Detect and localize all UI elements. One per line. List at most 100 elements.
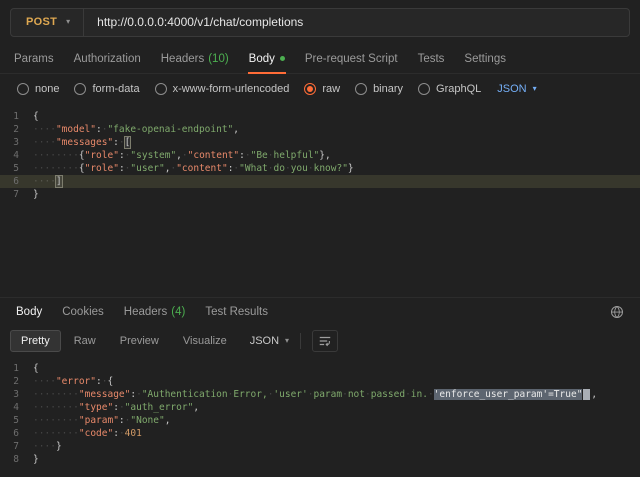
- code-token: }: [56, 441, 62, 452]
- wrap-lines-icon: [318, 334, 332, 348]
- code-line[interactable]: 6 ····]: [0, 175, 640, 188]
- code-token: :·: [113, 402, 124, 413]
- line-content: ········"code":·401: [33, 427, 142, 440]
- whitespace-dot: ·: [268, 389, 274, 400]
- response-section: Body CookiesHeaders(4)Test Results Pretty…: [0, 297, 640, 477]
- response-tab-body[interactable]: Body: [6, 298, 52, 326]
- url-text: http://0.0.0.0:4000/v1/chat/completions: [97, 15, 303, 29]
- code-token: :·: [96, 124, 107, 135]
- code-token: "model": [56, 124, 96, 135]
- body-type-label: GraphQL: [436, 83, 481, 95]
- code-token: [: [125, 137, 131, 148]
- response-view-toggle: PrettyRawPreviewVisualize: [10, 330, 238, 352]
- view-pretty[interactable]: Pretty: [10, 330, 61, 352]
- line-content: ········"message":·"Authentication·Error…: [33, 388, 597, 401]
- code-line[interactable]: 7}: [0, 188, 640, 201]
- code-line[interactable]: 4········{"role":·"system",·"content":·"…: [0, 149, 640, 162]
- response-tabs: Body CookiesHeaders(4)Test Results: [6, 298, 278, 326]
- body-type-label: x-www-form-urlencoded: [173, 83, 290, 95]
- response-tab-cookies[interactable]: Cookies: [52, 298, 114, 326]
- line-number: 1: [0, 110, 19, 123]
- tab-settings[interactable]: Settings: [454, 44, 516, 73]
- tab-params[interactable]: Params: [4, 44, 64, 73]
- body-type-graphql[interactable]: GraphQL: [418, 83, 481, 95]
- line-content: ····]: [33, 175, 62, 188]
- code-line[interactable]: 2 ····"model":·"fake-openai-endpoint",: [0, 123, 640, 136]
- response-format-dropdown[interactable]: JSON ▾: [250, 335, 289, 347]
- code-line[interactable]: 5········{"role":·"user",·"content":·"Wh…: [0, 162, 640, 175]
- code-line[interactable]: 8}: [0, 453, 640, 466]
- body-type-row: none form-data x-www-form-urlencoded raw bin…: [0, 74, 640, 104]
- chevron-down-icon: ▾: [533, 85, 537, 93]
- tab-authorization[interactable]: Authorization: [64, 44, 151, 73]
- line-number: 6: [0, 427, 19, 440]
- tab-label: Tests: [418, 53, 445, 65]
- tab-headers[interactable]: Headers(10): [151, 44, 239, 73]
- code-line[interactable]: 1{: [0, 110, 640, 123]
- view-raw[interactable]: Raw: [63, 330, 107, 352]
- tab-pre-request-script[interactable]: Pre-request Script: [295, 44, 408, 73]
- code-line[interactable]: 2····"error":·{: [0, 375, 640, 388]
- response-toolbar: PrettyRawPreviewVisualize JSON ▾: [0, 326, 640, 356]
- code-line[interactable]: 5········"param":·"None",: [0, 414, 640, 427]
- line-number: 1: [0, 362, 19, 375]
- view-visualize[interactable]: Visualize: [172, 330, 238, 352]
- body-type-binary[interactable]: binary: [355, 83, 403, 95]
- code-token: {: [107, 376, 113, 387]
- body-format-dropdown[interactable]: JSON ▾: [497, 83, 536, 95]
- tab-tests[interactable]: Tests: [408, 44, 455, 73]
- code-line[interactable]: 3········"message":·"Authentication·Erro…: [0, 388, 640, 401]
- code-token: ,: [193, 402, 199, 413]
- code-token: ····: [33, 137, 56, 148]
- code-line[interactable]: 3····"messages":·[: [0, 136, 640, 149]
- code-token: "content": [188, 150, 239, 161]
- line-number: 6: [0, 175, 19, 188]
- line-number: 5: [0, 414, 19, 427]
- code-token: "Authentication·Error,·'user'·param·not·…: [142, 389, 434, 400]
- line-number: 5: [0, 162, 19, 175]
- request-code: 1{2····"model":·"fake-openai-endpoint",3…: [0, 110, 640, 201]
- code-token: :·: [119, 150, 130, 161]
- wrap-lines-button[interactable]: [312, 330, 338, 352]
- code-token: "Be·helpful": [251, 150, 320, 161]
- request-url-row: POST ▾ http://0.0.0.0:4000/v1/chat/compl…: [0, 0, 640, 44]
- radio-icon: [17, 83, 29, 95]
- request-body-editor[interactable]: 1{2····"model":·"fake-openai-endpoint",3…: [0, 104, 640, 297]
- code-token: "What·do·you·know?": [239, 163, 348, 174]
- url-input[interactable]: http://0.0.0.0:4000/v1/chat/completions: [84, 15, 629, 29]
- body-type-form-data[interactable]: form-data: [74, 83, 139, 95]
- view-preview[interactable]: Preview: [109, 330, 170, 352]
- code-token: ,·: [176, 150, 187, 161]
- body-type-none[interactable]: none: [17, 83, 59, 95]
- code-token: ····: [33, 124, 56, 135]
- response-tab-test-results[interactable]: Test Results: [195, 298, 278, 326]
- tab-body[interactable]: Body: [239, 44, 295, 73]
- response-tab-headers[interactable]: Headers(4): [114, 298, 196, 326]
- code-token: {: [33, 363, 39, 374]
- code-token: "fake-openai-endpoint": [107, 124, 233, 135]
- method-dropdown[interactable]: POST ▾: [11, 9, 84, 36]
- method-label: POST: [26, 16, 57, 28]
- code-line[interactable]: 7····}: [0, 440, 640, 453]
- whitespace-dot: ·: [342, 389, 348, 400]
- code-line[interactable]: 4········"type":·"auth_error",: [0, 401, 640, 414]
- whitespace-dot: ·: [308, 389, 314, 400]
- code-line[interactable]: 1{: [0, 362, 640, 375]
- code-line[interactable]: 6 ········"code":·401: [0, 427, 640, 440]
- body-type-x-www-form-urlencoded[interactable]: x-www-form-urlencoded: [155, 83, 290, 95]
- code-token: ,: [233, 124, 239, 135]
- body-type-raw[interactable]: raw: [304, 83, 340, 95]
- response-body-editor[interactable]: 1{2····"error":·{3········"message":·"Au…: [0, 356, 640, 477]
- line-number: 2: [0, 123, 19, 136]
- whitespace-dot: ·: [428, 389, 434, 400]
- code-token: "messages": [56, 137, 113, 148]
- whitespace-dot: ·: [285, 163, 291, 174]
- body-type-label: none: [35, 83, 59, 95]
- tab-label: Body: [16, 306, 42, 318]
- code-token: },: [319, 150, 330, 161]
- line-number: 7: [0, 188, 19, 201]
- line-content: {: [33, 362, 39, 375]
- globe-icon[interactable]: [610, 305, 624, 319]
- whitespace-dot: ·: [268, 150, 274, 161]
- code-token: :·: [96, 376, 107, 387]
